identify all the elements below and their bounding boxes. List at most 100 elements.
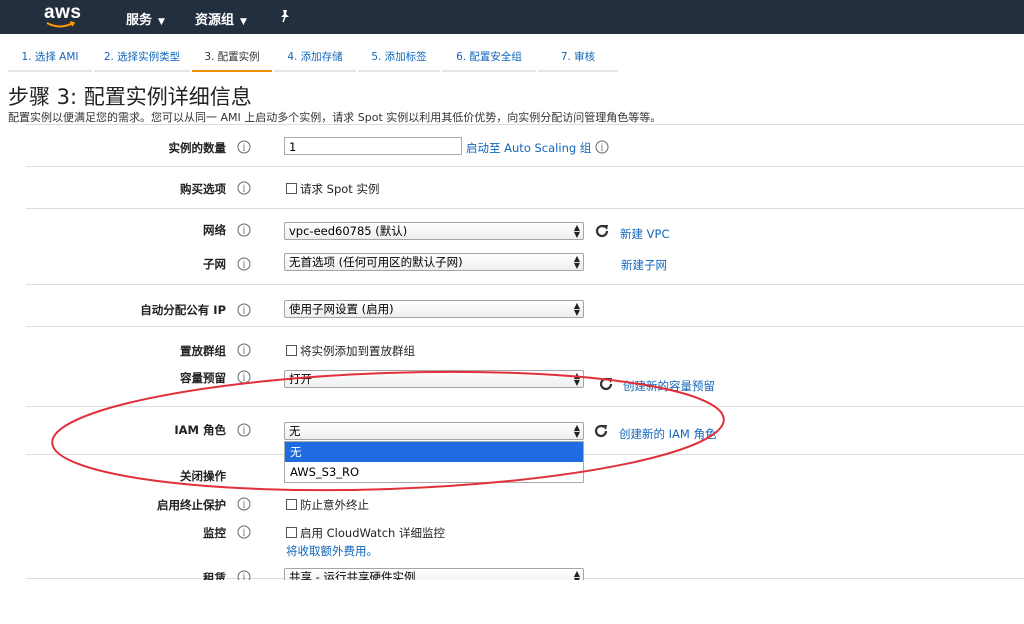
create-iam-role-link[interactable]: 创建新的 IAM 角色 bbox=[619, 426, 717, 442]
network-value: vpc-eed60785 (默认) bbox=[289, 224, 408, 238]
divider bbox=[26, 326, 1024, 327]
svg-text:i: i bbox=[243, 374, 246, 384]
network-select[interactable]: vpc-eed60785 (默认) ▲ ▼ bbox=[284, 222, 584, 240]
additional-charges-link[interactable]: 将收取额外费用。 bbox=[286, 543, 378, 559]
page-description: 配置实例以便满足您的需求。您可以从同一 AMI 上启动多个实例，请求 Spot … bbox=[8, 111, 662, 124]
page-title: 步骤 3: 配置实例详细信息 bbox=[8, 85, 252, 109]
iam-option-none[interactable]: 无 bbox=[285, 442, 583, 462]
wizard-step-1[interactable]: 1. 选择 AMI bbox=[8, 44, 92, 72]
iam-role-label: IAM 角色 bbox=[174, 423, 226, 437]
iam-role-select[interactable]: 无 ▲ ▼ bbox=[284, 422, 584, 440]
launch-auto-scaling-link[interactable]: 启动至 Auto Scaling 组 bbox=[466, 140, 591, 156]
public-ip-value: 使用子网设置 (启用) bbox=[289, 302, 394, 316]
tenancy-row-clip: 租赁 i 共享 - 运行共享硬件实例 ▲▼ bbox=[0, 566, 1024, 580]
termination-protection-label: 启用终止保护 bbox=[157, 498, 226, 512]
monitoring-label: 监控 bbox=[203, 526, 226, 540]
refresh-icon[interactable] bbox=[594, 223, 610, 239]
termination-protection-checkbox[interactable]: 防止意外终止 bbox=[286, 497, 369, 513]
shutdown-label: 关闭操作 bbox=[180, 469, 226, 483]
capacity-reservation-label: 容量预留 bbox=[180, 371, 226, 385]
services-menu[interactable]: 服务 ▼ bbox=[126, 9, 165, 28]
select-arrows-icon: ▲▼ bbox=[573, 301, 580, 317]
resource-groups-menu[interactable]: 资源组 ▼ bbox=[195, 9, 247, 28]
svg-text:i: i bbox=[601, 144, 604, 154]
checkbox-box[interactable] bbox=[286, 345, 297, 356]
svg-text:i: i bbox=[243, 347, 246, 357]
info-icon[interactable]: i bbox=[237, 343, 251, 357]
svg-text:i: i bbox=[243, 261, 246, 271]
svg-text:i: i bbox=[243, 501, 246, 511]
placement-group-text: 将实例添加到置放群组 bbox=[300, 344, 415, 358]
tenancy-value: 共享 - 运行共享硬件实例 bbox=[289, 570, 416, 580]
top-nav-bar: aws 服务 ▼ 资源组 ▼ bbox=[0, 0, 1024, 34]
info-icon[interactable]: i bbox=[237, 223, 251, 237]
checkbox-box[interactable] bbox=[286, 527, 297, 538]
tenancy-label: 租赁 bbox=[203, 571, 226, 580]
create-subnet-link[interactable]: 新建子网 bbox=[621, 257, 667, 273]
checkbox-box[interactable] bbox=[286, 499, 297, 510]
svg-text:i: i bbox=[243, 529, 246, 539]
pin-icon[interactable] bbox=[278, 9, 292, 23]
chevron-down-icon: ▼ bbox=[240, 17, 247, 27]
spot-instance-checkbox[interactable]: 请求 Spot 实例 bbox=[286, 181, 379, 197]
iam-option-aws-s3-ro[interactable]: AWS_S3_RO bbox=[285, 462, 583, 482]
svg-text:i: i bbox=[243, 574, 246, 581]
wizard-step-7[interactable]: 7. 审核 bbox=[538, 44, 618, 72]
instance-count-input[interactable]: 1 bbox=[284, 137, 462, 155]
select-arrows-icon: ▲▼ bbox=[573, 371, 580, 387]
iam-role-dropdown: 无 AWS_S3_RO bbox=[284, 441, 584, 483]
select-arrows-icon: ▲▼ bbox=[573, 423, 580, 439]
public-ip-select[interactable]: 使用子网设置 (启用) ▲ ▼ bbox=[284, 300, 584, 318]
divider bbox=[26, 284, 1024, 285]
refresh-icon[interactable] bbox=[593, 423, 609, 439]
info-icon[interactable]: i bbox=[237, 303, 251, 317]
svg-text:i: i bbox=[243, 307, 246, 317]
instance-count-label: 实例的数量 bbox=[168, 141, 227, 155]
divider bbox=[26, 406, 1024, 407]
info-icon[interactable]: i bbox=[237, 525, 251, 539]
info-icon[interactable]: i bbox=[237, 423, 251, 437]
divider bbox=[26, 208, 1024, 209]
wizard-step-6[interactable]: 6. 配置安全组 bbox=[442, 44, 536, 72]
iam-role-value: 无 bbox=[289, 424, 301, 438]
select-arrows-icon: ▲▼ bbox=[573, 254, 580, 270]
subnet-value: 无首选项 (任何可用区的默认子网) bbox=[289, 255, 463, 269]
wizard-step-4[interactable]: 4. 添加存储 bbox=[274, 44, 356, 72]
info-icon[interactable]: i bbox=[595, 140, 609, 154]
checkbox-box[interactable] bbox=[286, 183, 297, 194]
aws-smile-icon bbox=[46, 21, 76, 28]
svg-text:i: i bbox=[243, 227, 246, 237]
capacity-reservation-select[interactable]: 打开 ▲ ▼ bbox=[284, 370, 584, 388]
wizard-step-2[interactable]: 2. 选择实例类型 bbox=[94, 44, 190, 72]
wizard-step-5[interactable]: 5. 添加标签 bbox=[358, 44, 440, 72]
divider bbox=[26, 166, 1024, 167]
svg-text:i: i bbox=[243, 144, 246, 154]
detailed-monitoring-checkbox[interactable]: 启用 CloudWatch 详细监控 bbox=[286, 525, 445, 541]
subnet-label: 子网 bbox=[203, 257, 226, 271]
wizard-step-3[interactable]: 3. 配置实例 bbox=[192, 44, 272, 72]
capacity-reservation-value: 打开 bbox=[289, 372, 312, 386]
termination-protection-text: 防止意外终止 bbox=[300, 498, 369, 512]
public-ip-label: 自动分配公有 IP bbox=[140, 303, 226, 317]
services-label: 服务 bbox=[126, 13, 153, 28]
divider bbox=[26, 124, 1024, 125]
spot-instance-label: 请求 Spot 实例 bbox=[300, 182, 380, 196]
svg-text:i: i bbox=[243, 185, 246, 195]
svg-text:i: i bbox=[243, 427, 246, 437]
tenancy-select[interactable]: 共享 - 运行共享硬件实例 ▲▼ bbox=[284, 568, 584, 580]
placement-group-checkbox[interactable]: 将实例添加到置放群组 bbox=[286, 343, 415, 359]
info-icon[interactable]: i bbox=[237, 370, 251, 384]
info-icon[interactable]: i bbox=[237, 140, 251, 154]
subnet-select[interactable]: 无首选项 (任何可用区的默认子网) ▲ ▼ bbox=[284, 253, 584, 271]
info-icon[interactable]: i bbox=[237, 181, 251, 195]
purchase-option-label: 购买选项 bbox=[180, 182, 226, 196]
create-vpc-link[interactable]: 新建 VPC bbox=[620, 226, 670, 242]
placement-group-label: 置放群组 bbox=[180, 344, 226, 358]
info-icon[interactable]: i bbox=[237, 257, 251, 271]
info-icon[interactable]: i bbox=[237, 497, 251, 511]
select-arrows-icon: ▲▼ bbox=[573, 569, 580, 581]
create-capacity-reservation-link[interactable]: 创建新的容量预留 bbox=[623, 378, 715, 394]
info-icon[interactable]: i bbox=[237, 570, 251, 580]
network-label: 网络 bbox=[203, 223, 226, 237]
refresh-icon[interactable] bbox=[598, 376, 614, 392]
